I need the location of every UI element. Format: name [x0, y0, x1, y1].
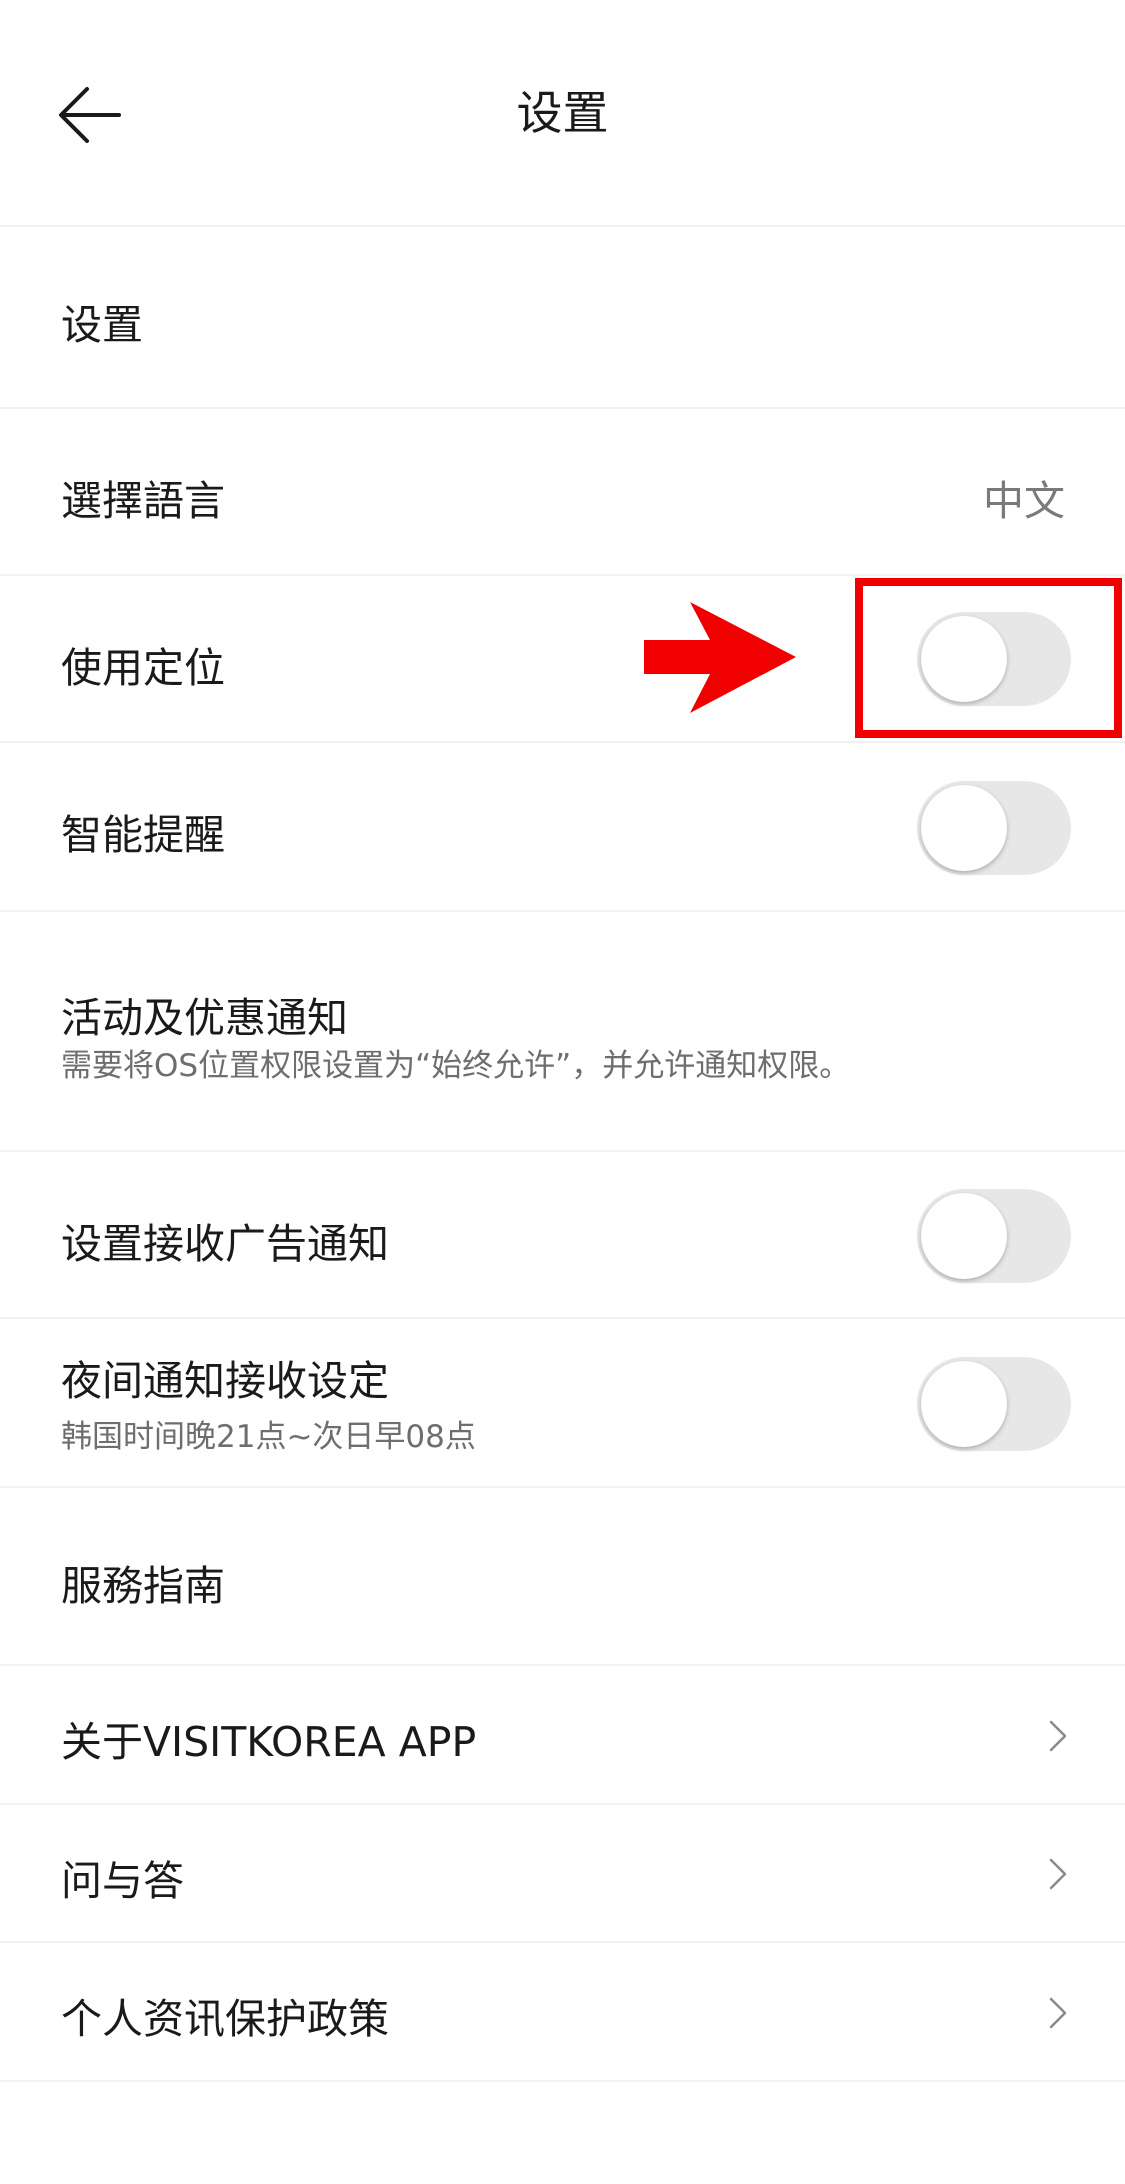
row-label: 设置接收广告通知 [61, 1220, 389, 1268]
red-arrow-icon [644, 602, 796, 713]
toggle-knob [921, 1361, 1007, 1447]
row-label: 个人资讯保护政策 [61, 1995, 389, 2043]
section-settings: 设置 [0, 227, 1125, 409]
night-notification-row: 夜间通知接收设定 韩国时间晚21点~次日早08点 [0, 1319, 1125, 1488]
row-label: 選擇語言 [61, 477, 225, 525]
smart-reminder-row: 智能提醒 [0, 743, 1125, 912]
row-label: 服務指南 [61, 1562, 225, 1610]
night-notification-toggle[interactable] [917, 1357, 1071, 1451]
faq-row[interactable]: 问与答 [0, 1805, 1125, 1943]
toggle-knob [921, 1193, 1007, 1279]
highlight-box [855, 578, 1122, 738]
row-label: 关于VISITKOREA APP [61, 1718, 477, 1766]
toggle-knob [921, 785, 1007, 871]
language-row[interactable]: 選擇語言 中文 [0, 409, 1125, 576]
row-label: 智能提醒 [61, 811, 225, 859]
chevron-right-icon [1049, 1997, 1067, 2029]
about-app-row[interactable]: 关于VISITKOREA APP [0, 1666, 1125, 1805]
row-label: 设置 [61, 301, 143, 349]
page-title: 设置 [516, 86, 609, 140]
row-label: 问与答 [61, 1857, 184, 1905]
row-description: 韩国时间晚21点~次日早08点 [61, 1419, 476, 1455]
row-label: 夜间通知接收设定 [61, 1357, 389, 1405]
app-header: 设置 [0, 0, 1125, 227]
privacy-policy-row[interactable]: 个人资讯保护政策 [0, 1943, 1125, 2082]
row-description: 需要将OS位置权限设置为“始终允许”，并允许通知权限。 [61, 1048, 851, 1084]
section-service-guide: 服務指南 [0, 1488, 1125, 1666]
ad-notification-row: 设置接收广告通知 [0, 1152, 1125, 1319]
language-value: 中文 [983, 477, 1065, 525]
row-label: 活动及优惠通知 [61, 994, 348, 1042]
row-label: 使用定位 [61, 644, 225, 692]
promo-notification-row[interactable]: 活动及优惠通知 需要将OS位置权限设置为“始终允许”，并允许通知权限。 [0, 912, 1125, 1152]
smart-reminder-toggle[interactable] [917, 781, 1071, 875]
ad-notification-toggle[interactable] [917, 1189, 1071, 1283]
chevron-right-icon [1049, 1858, 1067, 1890]
chevron-right-icon [1049, 1720, 1067, 1752]
